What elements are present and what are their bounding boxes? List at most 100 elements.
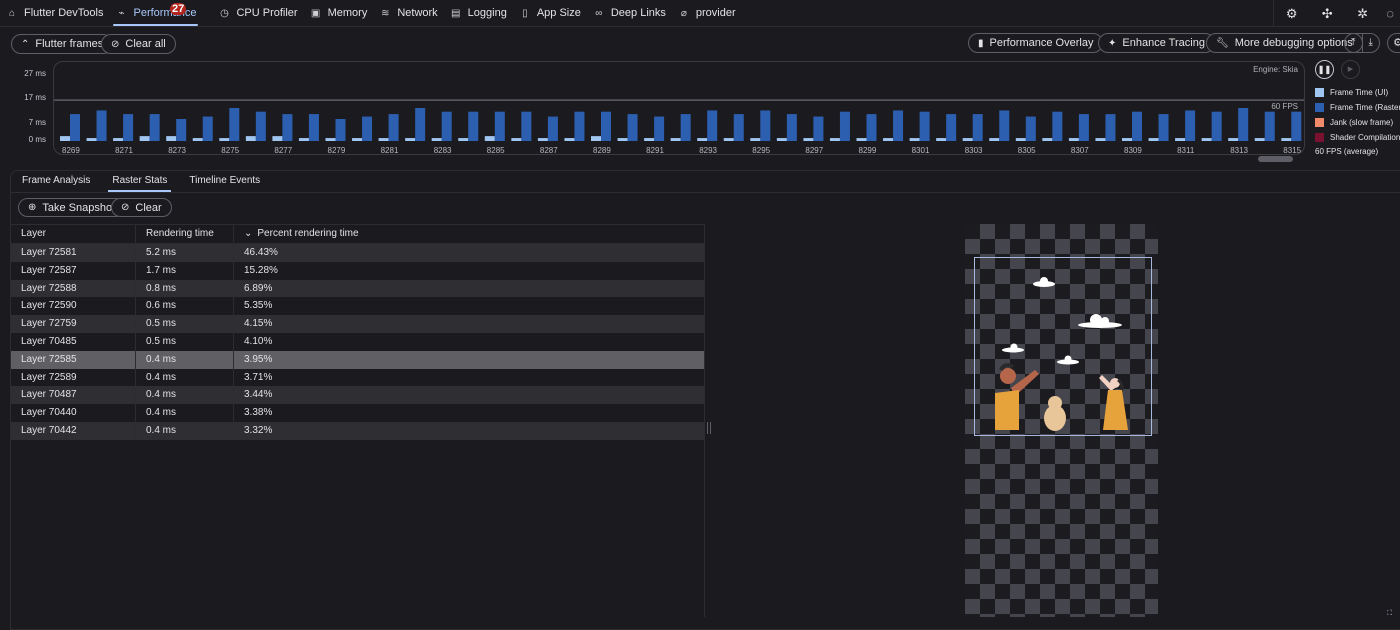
upload-icon[interactable]: ⤒ [1345,34,1362,52]
bar-ui-8279 [325,138,336,141]
performance-overlay-button[interactable]: ▮ Performance Overlay [968,33,1104,53]
take-snapshot-button[interactable]: ⊕ Take Snapshot [18,198,126,217]
table-row[interactable]: Layer 70442 0.4 ms 3.32% [11,421,704,440]
legend-item: Frame Time (Raster) [1315,100,1400,115]
tab-provider[interactable]: ⌀ provider [672,0,742,27]
extensions-icon[interactable]: ✣ [1309,6,1344,22]
x-tick-label: 8307 [1071,146,1089,155]
table-row[interactable]: Layer 72587 1.7 ms 15.28% [11,261,704,280]
bar-ui-8284 [458,138,469,141]
settings-icon[interactable]: ⚙ [1274,6,1309,22]
tab-raster-stats[interactable]: Raster Stats [101,171,178,192]
legend-item: Shader Compilation [1315,130,1400,145]
bar-ui-8273 [166,136,177,141]
bar-ui-8298 [829,138,840,141]
bar-raster-8294 [733,114,744,141]
bar-raster-8313 [1238,108,1249,141]
rendering-time-cell: 0.4 ms [136,368,234,387]
tab-label: provider [695,7,736,19]
percent-cell: 3.44% [244,389,273,401]
download-icon[interactable]: ⤓ [1361,34,1380,52]
table-row[interactable]: Layer 72590 0.6 ms 5.35% [11,297,704,316]
tab-logging[interactable]: ▤ Logging [444,0,513,27]
y-tick-label: 17 ms [24,93,46,103]
settings-button[interactable]: ⚙ [1387,33,1400,53]
x-tick-label: 8299 [859,146,877,155]
tab-frame-analysis[interactable]: Frame Analysis [11,171,101,191]
table-row[interactable]: Layer 72581 5.2 ms 46.43% [11,244,704,262]
bar-raster-8298 [839,111,850,141]
tab-label: Logging [467,7,507,19]
rendering-time-cell: 0.5 ms [136,332,234,351]
bar-ui-8297 [803,138,814,141]
link-icon: ∞ [595,7,603,19]
rendering-time-cell: 0.4 ms [136,421,234,440]
bar-raster-8311 [1185,110,1196,141]
column-header-percent[interactable]: ⌄ Percent rendering time [234,225,704,243]
layer-cell: Layer 70440 [11,404,136,422]
help-icon[interactable]: ◌ [1380,6,1400,21]
tab-app-size[interactable]: ▯ App Size [513,0,587,27]
block-icon: ⊘ [111,38,120,50]
bar-raster-8300 [893,110,904,141]
enhance-tracing-button[interactable]: ✦ Enhance Tracing [1098,33,1215,53]
document-icon: ▯ [522,7,528,19]
tab-memory[interactable]: ▣ Memory [304,0,374,27]
tab-network[interactable]: ≋ Network [373,0,443,27]
cloud-icon [1057,355,1079,365]
column-header-rendering-time[interactable]: Rendering time [136,225,234,243]
bar-ui-8283 [431,138,442,141]
tab-cpu-profiler[interactable]: ◷ CPU Profiler [212,0,303,27]
bar-raster-8303 [972,114,983,141]
gear-icon: ⚙ [1393,37,1400,49]
x-tick-label: 8289 [593,146,611,155]
table-row[interactable]: Layer 72588 0.8 ms 6.89% [11,279,704,298]
bar-raster-8282 [415,108,426,141]
bug-icon[interactable]: ✲ [1345,6,1380,22]
clear-snapshot-button[interactable]: ⊘ Clear [111,198,172,217]
bar-raster-8280 [362,116,373,141]
legend-swatch [1315,103,1324,112]
table-row[interactable]: Layer 72585 0.4 ms 3.95% [11,350,704,369]
rendering-time-cell: 5.2 ms [136,244,234,262]
bar-raster-8286 [521,111,532,141]
block-icon: ⊘ [121,202,130,213]
bar-ui-8274 [192,138,203,141]
resume-button[interactable]: ▶ [1341,60,1360,79]
table-row[interactable]: Layer 72589 0.4 ms 3.71% [11,368,704,387]
tab-flutter-devtools[interactable]: ⌂ Flutter DevTools [0,0,109,27]
frames-chart[interactable]: 8269 8271 8273 8275 8277 8279 8281 8283 8285 8287… [53,61,1305,155]
bar-raster-8289 [601,111,611,141]
layer-cell: Layer 70485 [11,332,136,351]
table-row[interactable]: Layer 70485 0.5 ms 4.10% [11,332,704,351]
table-row[interactable]: Layer 70487 0.4 ms 3.44% [11,386,704,405]
tab-deep-links[interactable]: ∞ Deep Links [587,0,672,27]
bar-raster-8305 [1025,116,1036,141]
layer-cell: Layer 72587 [11,261,136,280]
layer-cell: Layer 70442 [11,421,136,440]
tab-label: Flutter DevTools [24,7,104,19]
chart-scrollbar[interactable] [1258,156,1293,162]
bar-ui-8304 [989,138,1000,141]
table-row[interactable]: Layer 70440 0.4 ms 3.38% [11,404,704,422]
man-figure [995,363,1039,430]
play-icon: ▶ [1347,66,1354,73]
bar-ui-8282 [405,138,416,141]
pause-button[interactable]: ❚❚ [1315,60,1334,79]
tab-timeline-events[interactable]: Timeline Events [178,171,271,191]
more-debugging-options-button[interactable]: 🔧︎ More debugging options [1206,33,1363,53]
sparkle-icon: ✦ [1108,37,1117,49]
clear-all-label: Clear all [125,38,166,50]
bar-raster-8284 [468,111,479,141]
table-row[interactable]: Layer 72759 0.5 ms 4.15% [11,315,704,333]
column-header-layer[interactable]: Layer [11,225,136,243]
layer-cell: Layer 70487 [11,386,136,405]
tab-performance[interactable]: ⌁ Performance [109,0,202,27]
engine-label: Engine: Skia [1253,65,1298,74]
flutter-frames-toggle[interactable]: ⌃ Flutter frames [11,34,114,54]
frames-chart-svg: 8269 8271 8273 8275 8277 8279 8281 8283 8285 8287… [54,99,1304,155]
split-resize-handle[interactable] [707,422,711,434]
top-right-actions: ⚙ ✣ ✲ ◌ [1273,0,1400,27]
x-tick-label: 8313 [1230,146,1248,155]
clear-all-button[interactable]: ⊘ Clear all [101,34,176,54]
